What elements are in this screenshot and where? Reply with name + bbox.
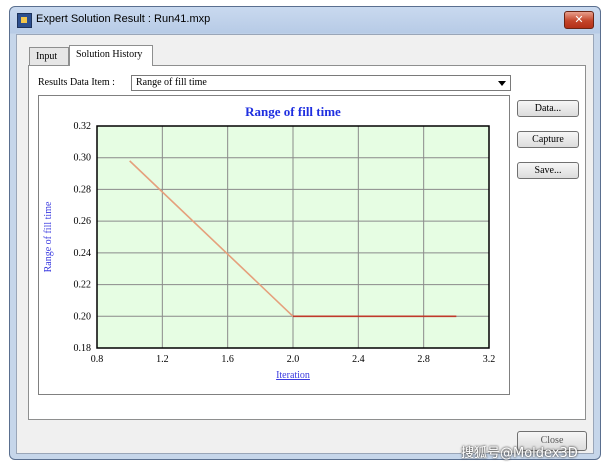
chart-frame: 0.8 1.2 1.6 2.0 2.4 2.8 3.2 0.18 0.20 0.22 0.24 0.2… [38, 95, 510, 395]
x-tick-label: 2.4 [352, 354, 365, 365]
y-axis-label: Range of fill time [43, 201, 54, 272]
results-data-item-label: Results Data Item : [38, 77, 115, 88]
x-tick-label: 3.2 [483, 354, 496, 365]
x-tick-label: 2.0 [287, 354, 300, 365]
range-of-fill-time-chart: 0.8 1.2 1.6 2.0 2.4 2.8 3.2 0.18 0.20 0.22 0.24 0.2… [43, 104, 496, 381]
y-tick-label: 0.30 [74, 153, 92, 164]
y-tick-label: 0.22 [74, 280, 92, 291]
y-tick-label: 0.20 [74, 311, 92, 322]
tab-input[interactable]: Input [29, 47, 69, 65]
expert-solution-window: Expert Solution Result : Run41.mxp ✕ Inp… [9, 6, 601, 460]
y-tick-label: 0.26 [74, 216, 92, 227]
x-tick-label: 1.6 [221, 354, 234, 365]
y-tick-label: 0.18 [74, 343, 92, 354]
y-tick-label: 0.32 [74, 121, 92, 132]
dialog-client: Input Solution History Results Data Item… [16, 34, 594, 454]
results-data-item-value: Range of fill time [136, 77, 207, 88]
chevron-down-icon [498, 81, 506, 86]
data-button[interactable]: Data... [517, 100, 579, 117]
window-title: Expert Solution Result : Run41.mxp [36, 13, 211, 25]
capture-button[interactable]: Capture [517, 131, 579, 148]
x-axis-label: Iteration [276, 370, 310, 381]
title-bar[interactable]: Expert Solution Result : Run41.mxp ✕ [10, 7, 600, 33]
watermark: 搜狐号@Moldex3D [461, 446, 578, 461]
tab-solution-history[interactable]: Solution History [69, 45, 153, 66]
save-button[interactable]: Save... [517, 162, 579, 179]
y-tick-label: 0.24 [74, 248, 92, 259]
close-icon[interactable]: ✕ [564, 11, 594, 29]
x-tick-label: 2.8 [417, 354, 430, 365]
app-icon [17, 13, 32, 28]
results-data-item-select[interactable]: Range of fill time [131, 75, 511, 91]
y-tick-label: 0.28 [74, 184, 92, 195]
x-tick-label: 1.2 [156, 354, 169, 365]
chart-title: Range of fill time [245, 104, 341, 119]
x-tick-label: 0.8 [91, 354, 104, 365]
